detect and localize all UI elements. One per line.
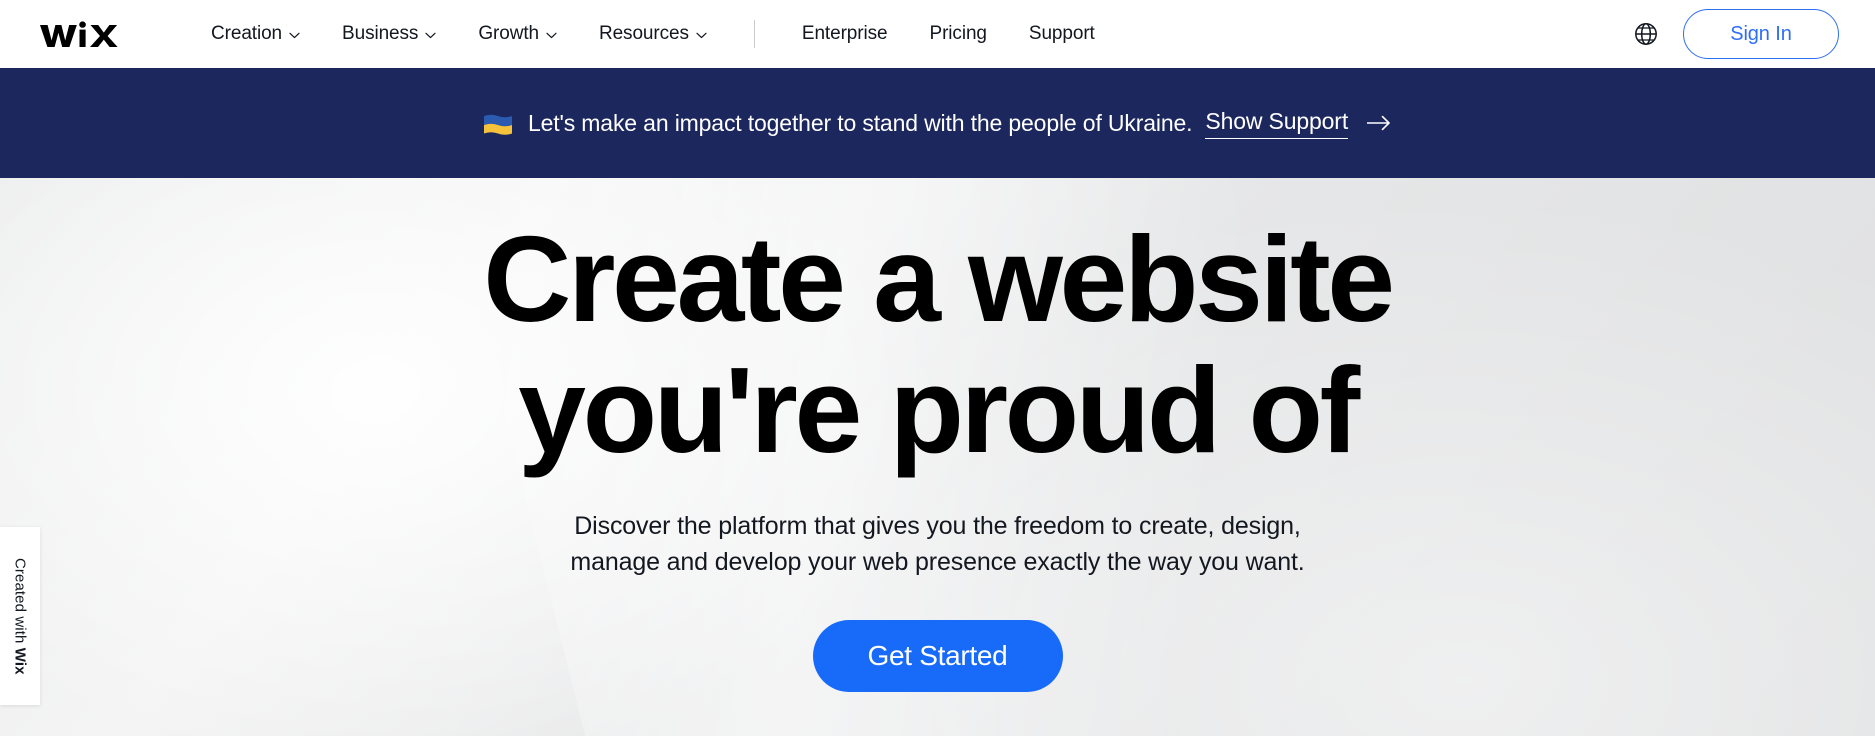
subtitle-line-1: Discover the platform that gives you the…: [574, 512, 1301, 541]
hero-subtitle: Discover the platform that gives you the…: [570, 509, 1304, 580]
hero-section: Create a website you're proud of Discove…: [0, 178, 1875, 736]
hero-content: Create a website you're proud of Discove…: [0, 178, 1875, 693]
created-with-wix-badge[interactable]: Created with Wix: [0, 527, 40, 705]
nav-link-enterprise[interactable]: Enterprise: [781, 17, 909, 51]
header-actions: Sign In: [1631, 9, 1839, 59]
page-title: Create a website you're proud of: [483, 211, 1395, 478]
subtitle-line-2: manage and develop your web presence exa…: [570, 547, 1305, 576]
chevron-down-icon: [425, 32, 436, 39]
site-header: Creation Business Growth Resources Enter…: [0, 0, 1875, 68]
get-started-button[interactable]: Get Started: [812, 620, 1063, 693]
nav-link-pricing[interactable]: Pricing: [909, 17, 1008, 51]
page-root: Creation Business Growth Resources Enter…: [0, 0, 1875, 736]
globe-icon[interactable]: [1631, 19, 1661, 49]
headline-line-1: Create a website: [483, 211, 1395, 347]
nav-item-business[interactable]: Business: [321, 17, 457, 51]
nav-item-resources[interactable]: Resources: [578, 17, 728, 51]
nav-item-label: Business: [342, 23, 419, 44]
nav-item-growth[interactable]: Growth: [457, 17, 578, 51]
ukraine-support-banner: Let's make an impact together to stand w…: [0, 68, 1875, 178]
nav-link-support[interactable]: Support: [1008, 17, 1116, 51]
wix-logo[interactable]: [38, 17, 130, 51]
secondary-navigation: Enterprise Pricing Support: [781, 17, 1116, 51]
chevron-down-icon: [289, 32, 300, 39]
banner-content: Let's make an impact together to stand w…: [483, 108, 1392, 139]
created-with-wix-label: Created with Wix: [11, 557, 29, 675]
nav-item-creation[interactable]: Creation: [190, 17, 321, 51]
sign-in-button[interactable]: Sign In: [1683, 9, 1839, 59]
nav-item-label: Growth: [478, 23, 539, 44]
nav-item-label: Resources: [598, 23, 689, 44]
show-support-link[interactable]: Show Support: [1205, 108, 1348, 139]
headline-line-2: you're proud of: [518, 341, 1360, 478]
primary-navigation: Creation Business Growth Resources: [190, 17, 728, 51]
banner-message: Let's make an impact together to stand w…: [527, 109, 1193, 136]
chevron-down-icon: [546, 32, 557, 39]
nav-divider: [753, 20, 755, 48]
ukraine-flag-icon: [483, 113, 513, 136]
badge-prefix: Created with: [11, 557, 29, 648]
badge-brand: Wix: [11, 647, 29, 675]
nav-item-label: Creation: [211, 23, 283, 44]
arrow-right-icon[interactable]: [1366, 113, 1392, 133]
chevron-down-icon: [696, 32, 707, 39]
